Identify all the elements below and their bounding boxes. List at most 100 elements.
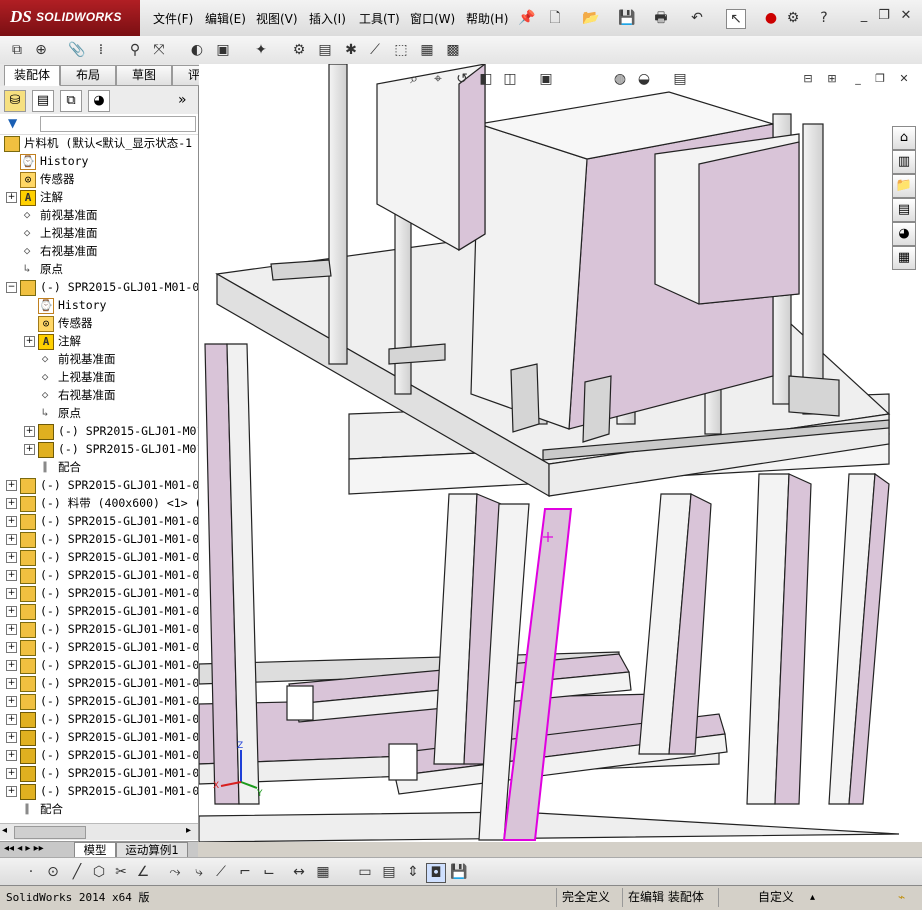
appearances-scenes-icon[interactable]: ◕ (892, 222, 916, 246)
mirror-icon[interactable]: ⟋ (212, 863, 230, 881)
menu-insert[interactable]: 插入(I) (309, 10, 346, 27)
expand-icon[interactable]: + (24, 426, 35, 437)
menu-tools[interactable]: 工具(T) (359, 10, 400, 27)
menu-window[interactable]: 窗口(W) (410, 10, 455, 27)
tree-node[interactable]: + (-) SPR2015-GLJ01-M01-01-A (0, 674, 198, 692)
tree-node[interactable]: + (-) SPR2015-GLJ01-M01-01- (0, 764, 198, 782)
solidworks-resources-icon[interactable]: ⌂ (892, 126, 916, 150)
mate-icon[interactable]: ⊕ (32, 41, 50, 59)
reference-geometry-icon[interactable]: ✦ (252, 41, 270, 59)
print-icon[interactable]: 🖶 (652, 9, 670, 27)
scrollbar-thumb[interactable] (14, 826, 86, 839)
minimize-window-icon[interactable]: _ (856, 8, 872, 24)
tab-sketch[interactable]: 草图 (116, 65, 172, 86)
view-palette-icon[interactable]: ▤ (892, 198, 916, 222)
move-vertical-icon[interactable]: ⇕ (404, 863, 422, 881)
split-view-vertical-icon[interactable]: ⊞ (823, 70, 841, 88)
tree-node[interactable]: + (-) SPR2015-GLJ01-M01-01-A (0, 692, 198, 710)
paperclip-icon[interactable]: 📎 (68, 41, 86, 59)
viewport-close-icon[interactable]: ✕ (895, 70, 913, 88)
expand-icon[interactable]: + (6, 732, 17, 743)
tree-node[interactable]: ∥ 配合 (0, 800, 198, 816)
expand-icon[interactable]: + (24, 336, 35, 347)
tree-node[interactable]: + (-) SPR2015-GLJ01-M01-01-A (0, 584, 198, 602)
menu-help[interactable]: 帮助(H) (466, 10, 508, 27)
display-style-icon[interactable]: ▣ (537, 70, 555, 88)
tree-node[interactable]: + (-) SPR2015-GLJ01-M01-01-A (0, 530, 198, 548)
window-icon[interactable]: ▭ (356, 863, 374, 881)
tree-horizontal-scrollbar[interactable]: ◂ ▸ (0, 823, 198, 840)
sketch-angle-icon[interactable]: ∠ (134, 863, 152, 881)
expand-icon[interactable]: + (6, 534, 17, 545)
polygon-icon[interactable]: ⬡ (90, 863, 108, 881)
zoom-to-area-icon[interactable]: ⌖ (429, 70, 447, 88)
tree-node[interactable]: + (-) SPR2015-GLJ01-M01-01- (0, 710, 198, 728)
menu-file[interactable]: 文件(F) (153, 10, 193, 27)
restore-window-icon[interactable]: ❐ (876, 8, 892, 24)
tree-node[interactable]: + (-) SPR2015-GLJ01-M01- (0, 440, 198, 458)
assembly-features-icon[interactable]: ▣ (214, 41, 232, 59)
tree-node[interactable]: ◇ 上视基准面 (0, 368, 198, 386)
save-view-icon[interactable]: 💾 (450, 863, 468, 881)
view-orientation-icon[interactable]: ◫ (501, 70, 519, 88)
tab-assembly[interactable]: 装配体 (4, 65, 60, 86)
expand-icon[interactable]: + (6, 714, 17, 725)
expand-icon[interactable]: + (6, 480, 17, 491)
tree-node[interactable]: ⌚ History (0, 152, 198, 170)
exploded-view-icon[interactable]: ✱ (342, 41, 360, 59)
viewport-minimize-icon[interactable]: _ (849, 70, 867, 88)
expand-icon[interactable]: + (6, 570, 17, 581)
status-units-custom[interactable]: 自定义 (758, 889, 794, 906)
apply-scene-icon[interactable]: ◒ (635, 70, 653, 88)
expand-icon[interactable]: + (6, 642, 17, 653)
tree-node[interactable]: ⊙ 传感器 (0, 314, 198, 332)
view-settings-icon[interactable]: ▤ (671, 70, 689, 88)
grid-icon[interactable]: ▦ (314, 863, 332, 881)
open-folder-icon[interactable]: 📂 (582, 9, 600, 27)
solidworks-logo[interactable]: DS SOLIDWORKS (0, 0, 140, 36)
scroll-right-icon[interactable]: ▸ (186, 825, 191, 836)
tab-scroll-left-icon[interactable]: ◂◂ ◂ ▸ ▸▸ (4, 843, 44, 854)
expand-icon[interactable]: + (6, 588, 17, 599)
tree-node[interactable]: + (-) SPR2015-GLJ01-M01-01-A (0, 602, 198, 620)
tree-node[interactable]: + (-) SPR2015-GLJ01-M01-01-A (0, 638, 198, 656)
units-dropdown-icon[interactable]: ▴ (810, 889, 815, 906)
menu-edit[interactable]: 编辑(E) (205, 10, 246, 27)
snapshot-icon[interactable]: ▩ (444, 41, 462, 59)
tree-node[interactable]: ↳ 原点 (0, 260, 198, 278)
expand-panel-icon[interactable]: » (178, 92, 187, 108)
filter-icon[interactable]: ▼ (8, 116, 17, 130)
property-manager-icon[interactable]: ▤ (32, 90, 54, 112)
point-icon[interactable]: · (22, 863, 40, 881)
convert-entities-icon[interactable]: ⤷ (190, 863, 208, 881)
file-explorer-icon[interactable]: 📁 (892, 174, 916, 198)
tree-node[interactable]: + (-) SPR2015-GLJ01-M01-01-A (0, 566, 198, 584)
tree-node[interactable]: + (-) SPR2015-GLJ01-M01-01- (0, 746, 198, 764)
circle-icon[interactable]: ⊙ (44, 863, 62, 881)
select-pointer-icon[interactable]: ↖ (726, 9, 746, 29)
tree-node[interactable]: + (-) SPR2015-GLJ01-M01-01- (0, 782, 198, 800)
offset-icon[interactable]: ⤳ (166, 863, 184, 881)
feature-manager-tree-icon[interactable]: ⛁ (4, 90, 26, 112)
tree-node[interactable]: ◇ 前视基准面 (0, 206, 198, 224)
instant3d-icon[interactable]: ⬚ (392, 41, 410, 59)
tree-node[interactable]: + (-) SPR2015-GLJ01-M01-01-A (0, 620, 198, 638)
tree-node[interactable]: ⊙ 传感器 (0, 170, 198, 188)
3d-box-icon[interactable]: ◘ (426, 863, 446, 883)
tree-node[interactable]: + A 注解 (0, 332, 198, 350)
expand-icon[interactable]: + (24, 444, 35, 455)
expand-icon[interactable]: + (6, 516, 17, 527)
trim-icon[interactable]: ✂ (112, 863, 130, 881)
explode-line-sketch-icon[interactable]: ⟋ (366, 41, 384, 59)
tree-node[interactable]: + (-) SPR2015-GLJ01-M01- (0, 422, 198, 440)
tree-node[interactable]: − (-) SPR2015-GLJ01-M01-01-A (0, 278, 198, 296)
expand-icon[interactable]: + (6, 552, 17, 563)
dimension-icon[interactable]: ↔ (290, 863, 308, 881)
menu-view[interactable]: 视图(V) (256, 10, 298, 27)
tree-node[interactable]: + (-) SPR2015-GLJ01-M01-01-A (0, 476, 198, 494)
model-3d-view[interactable]: Z Y X (199, 64, 922, 842)
insert-component-icon[interactable]: ⧉ (8, 41, 26, 59)
tree-node[interactable]: + (-) SPR2015-GLJ01-M01-01- (0, 728, 198, 746)
scroll-left-icon[interactable]: ◂ (2, 825, 7, 836)
expand-icon[interactable]: + (6, 786, 17, 797)
